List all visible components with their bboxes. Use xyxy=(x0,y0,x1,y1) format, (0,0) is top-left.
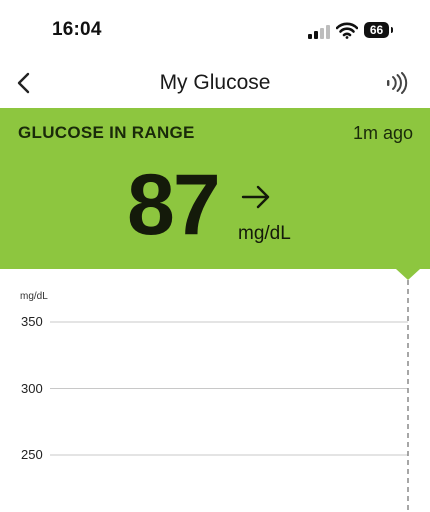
nfc-scan-icon[interactable] xyxy=(385,72,409,94)
y-axis-unit: mg/dL xyxy=(20,291,48,302)
battery-tip xyxy=(391,27,393,33)
glucose-chart[interactable]: mg/dL 350 300 250 xyxy=(0,280,430,512)
glucose-banner: GLUCOSE IN RANGE 1m ago 87 mg/dL xyxy=(0,108,430,269)
wifi-icon xyxy=(336,22,358,39)
y-tick-350: 350 xyxy=(21,314,43,329)
chart-canvas xyxy=(50,280,409,512)
cellular-signal-icon xyxy=(308,25,330,39)
page-title: My Glucose xyxy=(159,71,271,94)
glucose-value: 87 xyxy=(127,157,221,253)
last-updated: 1m ago xyxy=(352,123,413,143)
arrow-right-icon xyxy=(241,185,270,209)
banner-pointer xyxy=(396,269,420,280)
glucose-status: GLUCOSE IN RANGE xyxy=(18,123,195,142)
status-time: 16:04 xyxy=(52,19,102,40)
y-tick-250: 250 xyxy=(21,447,43,462)
battery-icon: 66 xyxy=(364,22,394,38)
nav-bar: My Glucose xyxy=(0,62,430,108)
battery-level: 66 xyxy=(364,22,389,38)
y-tick-300: 300 xyxy=(21,380,43,396)
screen: 16:04 66 My Glucose GLUCOSE IN RANGE 1m … xyxy=(0,0,430,512)
status-bar: 16:04 66 xyxy=(0,0,430,62)
glucose-unit: mg/dL xyxy=(238,223,291,244)
